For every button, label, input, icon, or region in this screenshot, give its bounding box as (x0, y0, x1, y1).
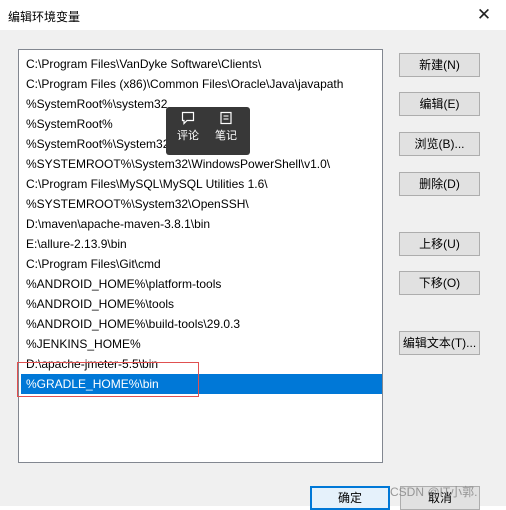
delete-button[interactable]: 删除(D) (399, 172, 480, 196)
comment-action[interactable]: 评论 (172, 111, 204, 143)
list-item[interactable]: %ANDROID_HOME%\build-tools\29.0.3 (21, 314, 382, 334)
note-action[interactable]: 笔记 (210, 111, 242, 143)
ok-button[interactable]: 确定 (310, 486, 390, 510)
list-item[interactable]: %SYSTEMROOT%\System32\WindowsPowerShell\… (21, 154, 382, 174)
list-item[interactable]: C:\Program Files\MySQL\MySQL Utilities 1… (21, 174, 382, 194)
browse-button[interactable]: 浏览(B)... (399, 132, 480, 156)
title-bar: 编辑环境变量 ✕ (0, 0, 506, 30)
note-label: 笔记 (215, 130, 237, 142)
comment-icon (181, 111, 195, 125)
list-item[interactable]: %JENKINS_HOME% (21, 334, 382, 354)
list-item[interactable]: D:\maven\apache-maven-3.8.1\bin (21, 214, 382, 234)
selection-popover: 评论 笔记 (166, 107, 250, 155)
comment-label: 评论 (177, 130, 199, 142)
list-item[interactable]: C:\Program Files (x86)\Common Files\Orac… (21, 74, 382, 94)
note-icon (220, 111, 232, 125)
list-item[interactable]: D:\apache-jmeter-5.5\bin (21, 354, 382, 374)
move-up-button[interactable]: 上移(U) (399, 232, 480, 256)
edit-button[interactable]: 编辑(E) (399, 92, 480, 116)
list-item[interactable]: E:\allure-2.13.9\bin (21, 234, 382, 254)
move-down-button[interactable]: 下移(O) (399, 271, 480, 295)
watermark: CSDN @IT小郭. (390, 485, 478, 499)
close-icon[interactable]: ✕ (472, 3, 496, 27)
list-item[interactable]: %ANDROID_HOME%\platform-tools (21, 274, 382, 294)
edit-text-button[interactable]: 编辑文本(T)... (399, 331, 480, 355)
list-item[interactable]: %ANDROID_HOME%\tools (21, 294, 382, 314)
window-title: 编辑环境变量 (8, 10, 81, 24)
list-item[interactable]: C:\Program Files\VanDyke Software\Client… (21, 54, 382, 74)
list-item[interactable]: %GRADLE_HOME%\bin (21, 374, 382, 394)
list-item[interactable]: %SYSTEMROOT%\System32\OpenSSH\ (21, 194, 382, 214)
list-item[interactable]: C:\Program Files\Git\cmd (21, 254, 382, 274)
new-button[interactable]: 新建(N) (399, 53, 480, 77)
